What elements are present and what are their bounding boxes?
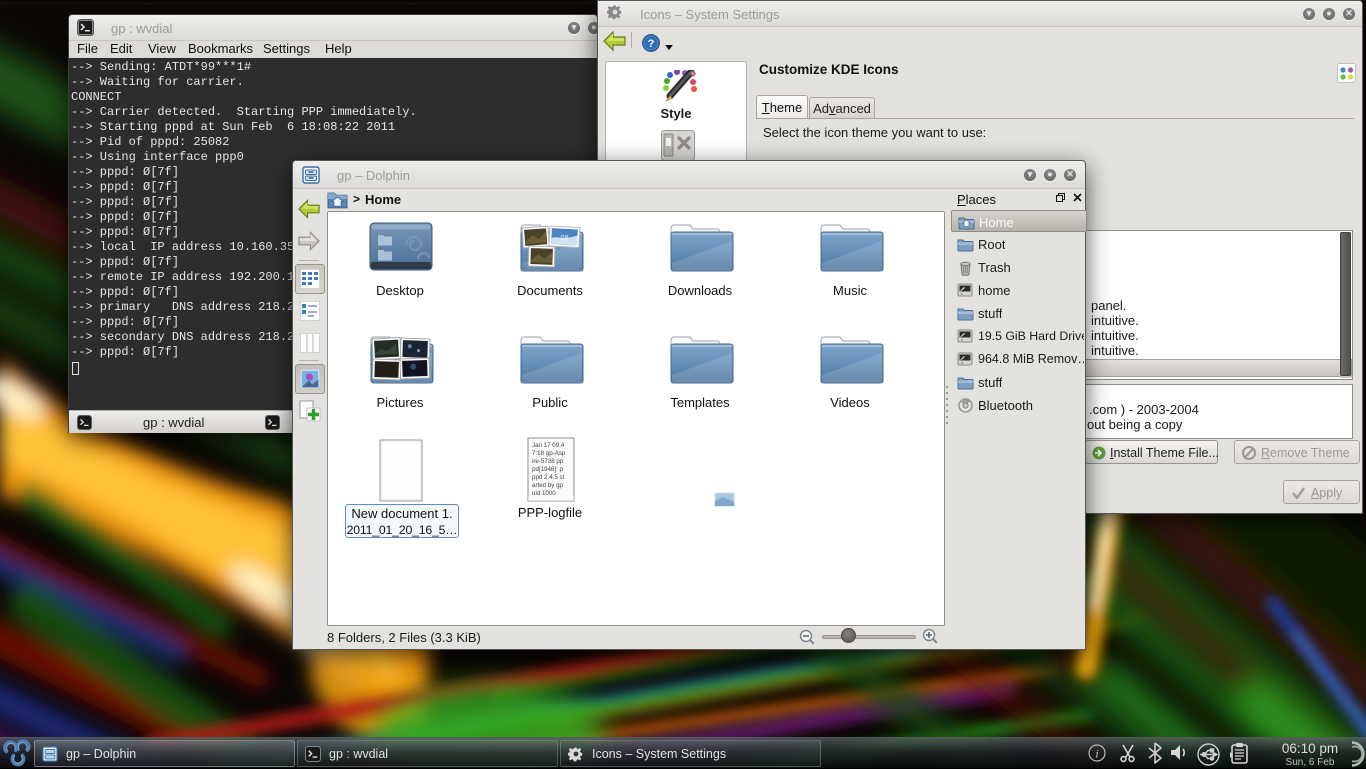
svg-text:ppd 2.4.5 st: ppd 2.4.5 st	[532, 474, 565, 481]
svg-text:uid 1000: uid 1000	[532, 490, 556, 497]
svg-text:i: i	[1095, 747, 1098, 761]
svg-text:ire-5738 pp: ire-5738 pp	[532, 458, 564, 465]
svg-text:arted by gp: arted by gp	[532, 482, 564, 489]
svg-text:pd[1946]: p: pd[1946]: p	[532, 466, 564, 473]
svg-text:08: 08	[560, 235, 568, 242]
svg-text:7:18 gp-Asp: 7:18 gp-Asp	[532, 450, 566, 457]
svg-text:?: ?	[648, 38, 655, 50]
svg-text:Jan 17 09:4: Jan 17 09:4	[532, 442, 565, 449]
